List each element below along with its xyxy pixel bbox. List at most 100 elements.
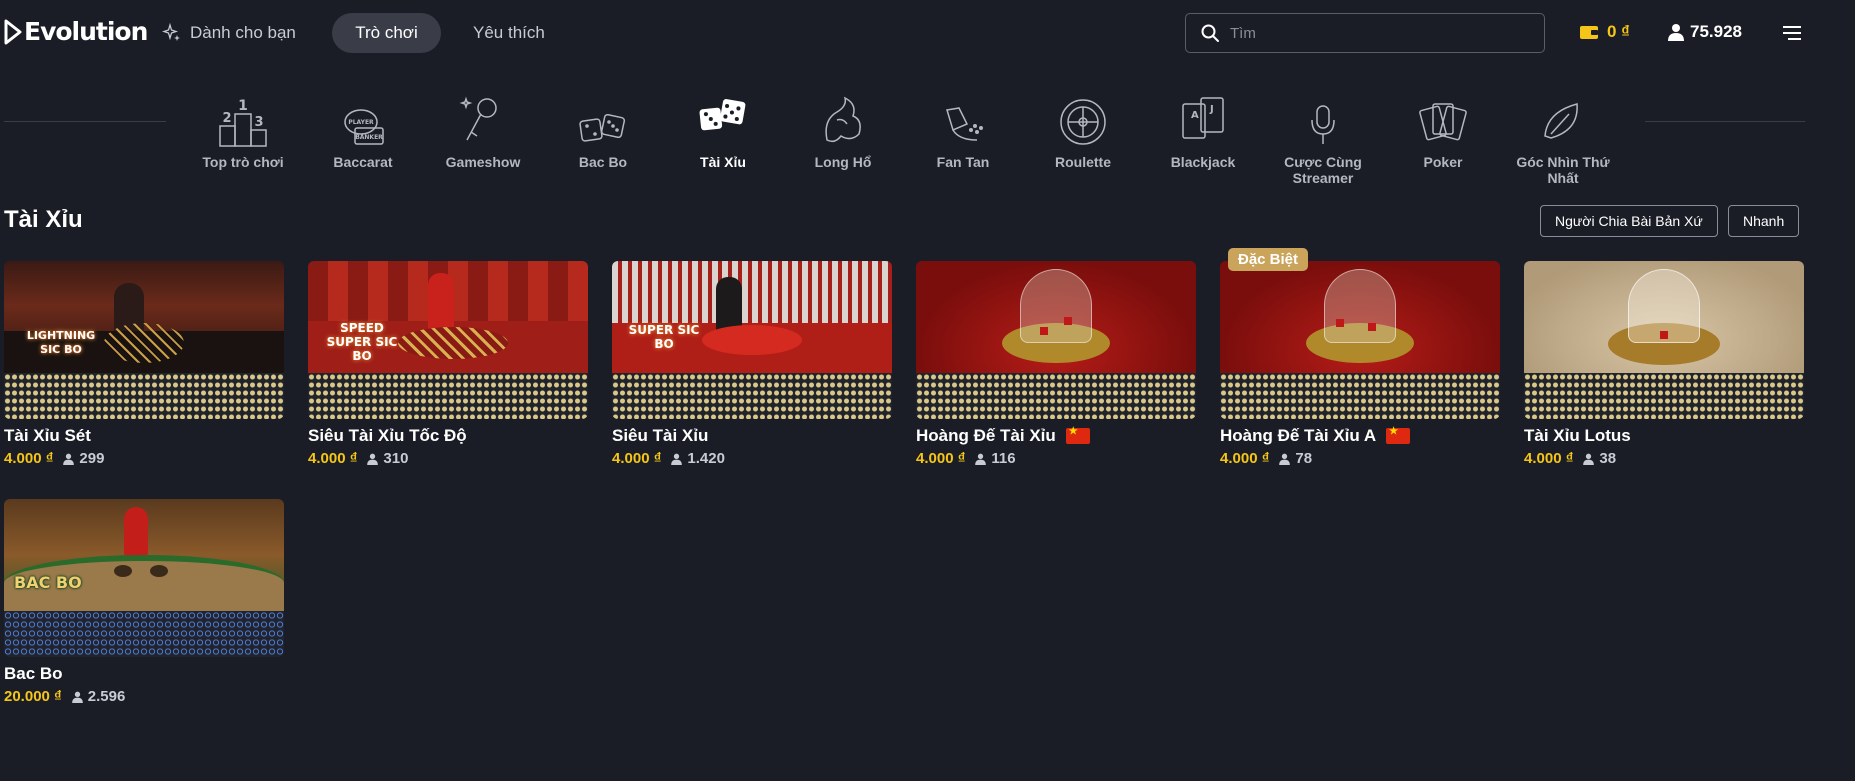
game-thumbnail[interactable] [1524,261,1804,419]
game-meta: 4.000 ₫ 299 [4,450,284,467]
category-top-games[interactable]: 1 2 3 Top trò chơi [183,90,303,186]
evolution-logo[interactable]: Evolution [4,17,148,46]
category-long-ho[interactable]: Long Hổ [783,90,903,186]
game-card-tai-xiu-lotus[interactable]: Tài Xỉu Lotus 4.000 ₫ 38 [1524,261,1804,467]
player-count-value: 299 [79,450,105,467]
game-card-sieu-tai-xiu-toc-do[interactable]: SPEED SUPER SIC BO Siêu Tài Xỉu Tốc Độ 4… [308,261,588,467]
game-title-text: Hoàng Đế Tài Xỉu A [1220,426,1377,445]
svg-text:J: J [1209,104,1214,115]
game-meta: 4.000 ₫ 1.420 [612,450,892,467]
search-box[interactable] [1185,13,1545,53]
game-min-bet: 20.000 ₫ [4,688,62,705]
game-title: Tài Xỉu Lotus [1524,425,1804,447]
game-min-bet: 4.000 ₫ [308,450,358,467]
nav-for-you[interactable]: Dành cho bạn [162,13,296,53]
game-card-tai-xiu-set[interactable]: LIGHTNING SIC BO Tài Xỉu Sét 4.000 ₫ 299 [4,261,284,467]
category-label: Fan Tan [936,154,990,170]
game-card-hoang-de-tai-xiu-a[interactable]: Đặc Biệt Hoàng Đế Tài Xỉu A 4.000 ₫ 78 [1220,248,1500,467]
category-label: Baccarat [333,154,393,170]
category-blackjack[interactable]: A J Blackjack [1143,90,1263,186]
nav-games[interactable]: Trò chơi [332,13,441,53]
game-thumbnail[interactable] [916,261,1196,419]
category-roulette[interactable]: Roulette [1023,90,1143,186]
category-first-person[interactable]: Góc Nhìn Thứ Nhất [1503,90,1623,186]
results-roadmap [916,373,1196,419]
category-bac-bo[interactable]: Bac Bo [543,90,663,186]
svg-text:BANKER: BANKER [355,134,383,141]
game-title: Hoàng Đế Tài Xỉu [916,425,1196,447]
game-player-count: 38 [1583,450,1616,467]
filter-native-dealer-button[interactable]: Người Chia Bài Bản Xứ [1540,205,1718,237]
game-title-text: Hoàng Đế Tài Xỉu [916,426,1056,445]
game-card-bac-bo[interactable]: BAC BO Bac Bo 20.000 ₫ 2.596 [4,499,284,705]
results-roadmap [4,611,284,657]
results-roadmap [308,373,588,419]
game-thumbnail[interactable]: LIGHTNING SIC BO [4,261,284,419]
player-count-value: 1.420 [687,450,725,467]
game-player-count: 299 [63,450,104,467]
game-min-bet: 4.000 ₫ [4,450,54,467]
user-icon [1668,24,1684,41]
microphone-icon [459,96,497,141]
results-roadmap [1220,373,1500,419]
game-thumbnail[interactable] [1220,261,1500,419]
game-scene: BAC BO [4,499,284,611]
sparkle-icon [162,23,180,41]
category-label: Gameshow [445,154,521,170]
game-card-sieu-tai-xiu[interactable]: SUPER SIC BO Siêu Tài Xỉu 4.000 ₫ 1.420 [612,261,892,467]
game-player-count: 1.420 [671,450,725,467]
fan-tan-icon [946,107,983,141]
game-title-text: Bac Bo [4,664,63,683]
game-title-text: Tài Xỉu Sét [4,426,91,445]
wallet-balance[interactable]: 0 ₫ [1579,22,1630,42]
game-logo-overlay: BAC BO [14,573,82,592]
nav-for-you-label: Dành cho bạn [190,23,296,42]
player-count-value: 310 [383,450,409,467]
user-icon [975,453,987,465]
player-count-value: 2.596 [87,688,126,705]
game-thumbnail[interactable]: SUPER SIC BO [612,261,892,419]
search-input[interactable] [1230,24,1530,42]
game-min-bet: 4.000 ₫ [916,450,966,467]
game-scene [1524,261,1804,373]
game-scene [1220,261,1500,373]
filter-fast-button[interactable]: Nhanh [1728,205,1800,237]
game-card-hoang-de-tai-xiu[interactable]: Hoàng Đế Tài Xỉu 4.000 ₫ 116 [916,261,1196,467]
game-meta: 4.000 ₫ 310 [308,450,588,467]
results-roadmap [1524,373,1804,419]
category-fan-tan[interactable]: Fan Tan [903,90,1023,186]
poker-cards-icon [1419,103,1467,141]
category-streamer[interactable]: Cược Cùng Streamer [1263,90,1383,186]
podium-icon: 1 2 3 [219,98,267,147]
svg-text:PLAYER: PLAYER [348,119,374,126]
category-bar: 1 2 3 Top trò chơi PLAYER BANKER Baccara… [183,90,1623,186]
category-divider-left [4,121,166,122]
hamburger-menu-icon[interactable] [1782,24,1802,42]
category-label: Cược Cùng Streamer [1284,154,1362,186]
category-tai-xiu[interactable]: Tài Xỉu [663,90,783,186]
svg-text:2: 2 [222,111,231,126]
game-meta: 4.000 ₫ 38 [1524,450,1804,467]
category-gameshow[interactable]: Gameshow [423,90,543,186]
first-person-icon [1544,103,1578,139]
game-thumbnail[interactable]: SPEED SUPER SIC BO [308,261,588,419]
category-label: Blackjack [1170,154,1236,170]
game-title: Siêu Tài Xỉu Tốc Độ [308,425,588,447]
dragon-icon [825,96,861,143]
user-icon [671,453,683,465]
dice-icon [699,99,746,131]
category-poker[interactable]: Poker [1383,90,1503,186]
player-count-value: 116 [991,450,1016,467]
china-flag-icon [1065,426,1090,444]
game-title: Hoàng Đế Tài Xỉu A [1220,425,1500,447]
nav-favorites[interactable]: Yêu thích [473,13,545,53]
user-icon [367,453,379,465]
game-meta: 20.000 ₫ 2.596 [4,688,284,705]
category-baccarat[interactable]: PLAYER BANKER Baccarat [303,90,423,186]
baccarat-icon: PLAYER BANKER [344,109,384,145]
game-title-text: Tài Xỉu Lotus [1524,426,1631,445]
game-title-text: Siêu Tài Xỉu [612,426,709,445]
game-logo-overlay: LIGHTNING SIC BO [26,329,96,356]
game-thumbnail[interactable]: BAC BO [4,499,284,657]
game-scene: SPEED SUPER SIC BO [308,261,588,373]
